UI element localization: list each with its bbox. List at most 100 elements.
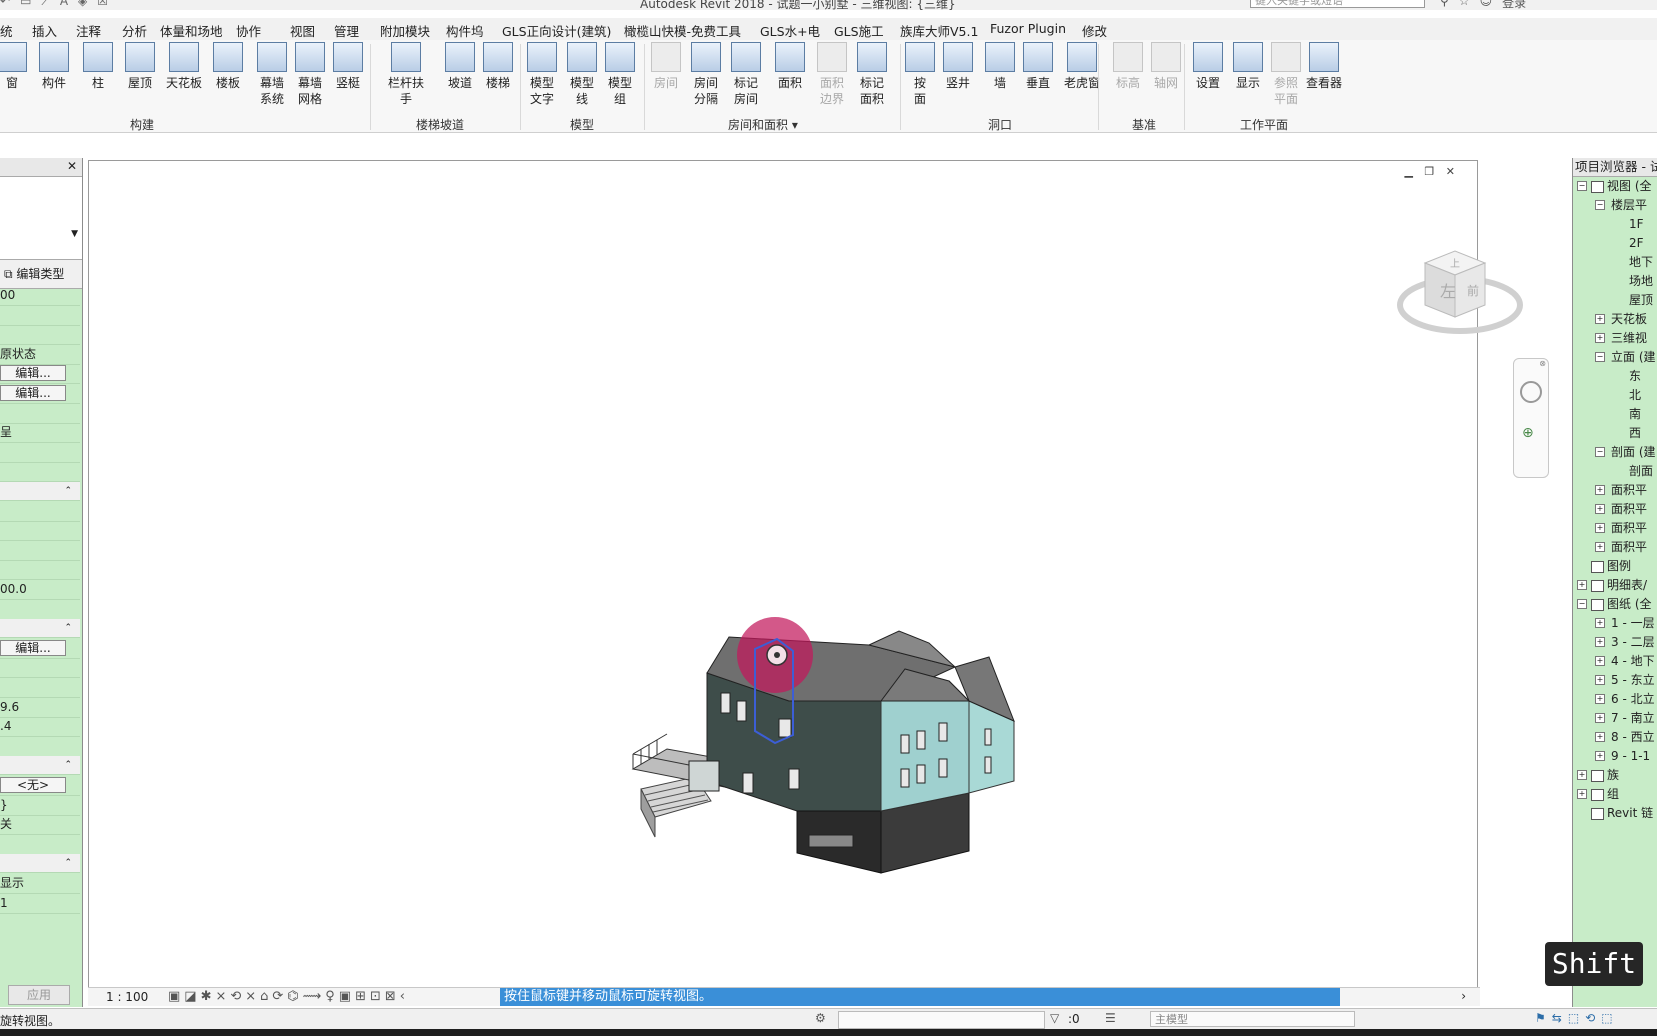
menu-tab-12[interactable]: GLS水+电 xyxy=(760,21,820,40)
viewcube-face-top[interactable]: 上 xyxy=(1450,258,1460,270)
browser-node[interactable]: 剖面 xyxy=(1629,464,1653,478)
ribbon-button-27[interactable]: 轴网 xyxy=(1144,42,1188,91)
browser-node[interactable]: 面积平 xyxy=(1611,502,1647,516)
menu-tab-5[interactable]: 协作 xyxy=(236,21,261,40)
ribbon-button-3[interactable]: 屋顶 xyxy=(118,42,162,91)
browser-node[interactable]: 西 xyxy=(1629,426,1641,440)
ribbon-button-8[interactable]: 竖梃 xyxy=(326,42,370,91)
menu-tab-8[interactable]: 附加模块 xyxy=(380,21,430,40)
browser-node[interactable]: Revit 链 xyxy=(1607,806,1653,820)
ribbon-panel-label-0[interactable]: 构建 xyxy=(130,116,154,133)
browser-node[interactable]: 屋顶 xyxy=(1629,293,1653,307)
menu-tab-0[interactable]: 统 xyxy=(0,21,13,40)
menu-tab-6[interactable]: 视图 xyxy=(290,21,315,40)
menu-tab-15[interactable]: Fuzor Plugin xyxy=(990,21,1066,36)
browser-node[interactable]: 1F xyxy=(1629,217,1644,231)
collapse-icon[interactable]: ⌃ xyxy=(64,623,72,633)
browser-node[interactable]: 面积平 xyxy=(1611,521,1647,535)
tree-toggle-icon[interactable]: + xyxy=(1595,618,1605,628)
browser-node[interactable]: 1 - 一层 xyxy=(1611,616,1655,630)
browser-node[interactable]: 3 - 二层 xyxy=(1611,635,1655,649)
ribbon-panel-label-6[interactable]: 工作平面 xyxy=(1240,116,1288,133)
ribbon-button-14[interactable]: 模型 组 xyxy=(598,42,642,107)
collapse-icon[interactable]: ⌃ xyxy=(64,760,72,770)
browser-node[interactable]: 族 xyxy=(1607,768,1619,782)
browser-node[interactable]: 地下 xyxy=(1629,255,1653,269)
browser-node[interactable]: 图例 xyxy=(1607,559,1631,573)
browser-node[interactable]: 立面 (建 xyxy=(1611,350,1656,364)
menu-tab-13[interactable]: GLS施工 xyxy=(834,21,884,40)
tree-toggle-icon[interactable]: + xyxy=(1595,713,1605,723)
worksets-icon[interactable]: ⚙ xyxy=(815,1011,826,1025)
search-input[interactable]: 键入关键字或短语 xyxy=(1250,0,1425,8)
ribbon-button-17[interactable]: 标记 房间 xyxy=(724,42,768,107)
browser-node[interactable]: 东 xyxy=(1629,369,1641,383)
property-group-header[interactable]: ⌃ xyxy=(0,482,80,501)
tree-toggle-icon[interactable]: + xyxy=(1595,675,1605,685)
user-icon[interactable]: ☺ xyxy=(1480,0,1493,10)
menu-tab-9[interactable]: 构件坞 xyxy=(446,21,484,40)
browser-node[interactable]: 8 - 西立 xyxy=(1611,730,1655,744)
status-right-icons[interactable]: ⚑⇆⬚⟲⬚ xyxy=(1535,1011,1619,1025)
menu-tab-11[interactable]: 橄榄山快模-免费工具 xyxy=(624,21,741,40)
ribbon-button-9[interactable]: 栏杆扶手 xyxy=(384,42,428,107)
browser-node[interactable]: 组 xyxy=(1607,787,1619,801)
menu-tab-16[interactable]: 修改 xyxy=(1082,21,1107,40)
tree-toggle-icon[interactable]: − xyxy=(1595,447,1605,457)
star-icon[interactable]: ☆ xyxy=(1459,0,1470,10)
close-icon[interactable]: ✕ xyxy=(67,159,77,173)
property-row[interactable]: 编辑... xyxy=(0,384,80,404)
ribbon-button-12[interactable]: 模型 文字 xyxy=(520,42,564,107)
tree-toggle-icon[interactable]: + xyxy=(1595,656,1605,666)
ribbon-button-28[interactable]: 设置 xyxy=(1186,42,1230,91)
view-control-icons[interactable]: ▣◪✱⨯⟲⨯⌂⟳⌬⟿♀▣⊞⊡⊠‹ xyxy=(168,989,409,1004)
browser-node[interactable]: 楼层平 xyxy=(1611,198,1647,212)
active-model-selector[interactable]: 主模型 xyxy=(1150,1011,1355,1027)
tree-toggle-icon[interactable]: + xyxy=(1595,504,1605,514)
ribbon-panel-label-1[interactable]: 楼梯坡道 xyxy=(416,116,464,133)
tree-toggle-icon[interactable]: + xyxy=(1577,789,1587,799)
navigation-bar[interactable]: ⊕ ⊗ xyxy=(1513,358,1549,478)
tree-toggle-icon[interactable]: − xyxy=(1595,200,1605,210)
ribbon-button-16[interactable]: 房间 分隔 xyxy=(684,42,728,107)
viewcube[interactable]: 左 前 上 xyxy=(1395,245,1525,355)
ribbon-button-0[interactable]: 窗 xyxy=(0,42,34,91)
ribbon-button-20[interactable]: 标记 面积 xyxy=(850,42,894,107)
ribbon-button-24[interactable]: 垂直 xyxy=(1016,42,1060,91)
browser-node[interactable]: 南 xyxy=(1629,407,1641,421)
tree-toggle-icon[interactable]: − xyxy=(1577,181,1587,191)
tree-toggle-icon[interactable]: + xyxy=(1595,542,1605,552)
ribbon-button-18[interactable]: 面积 xyxy=(768,42,812,91)
tree-toggle-icon[interactable]: + xyxy=(1595,637,1605,647)
browser-node[interactable]: 面积平 xyxy=(1611,483,1647,497)
property-group-header[interactable]: ⌃ xyxy=(0,756,80,776)
menu-tab-14[interactable]: 族库大师V5.1 xyxy=(900,21,978,40)
house-model-3d[interactable] xyxy=(89,161,1477,987)
collapse-icon[interactable]: ⌃ xyxy=(64,858,72,868)
filter-icon[interactable]: ▽ xyxy=(1050,1011,1059,1025)
view-scale[interactable]: 1 : 100 xyxy=(106,990,148,1004)
tree-toggle-icon[interactable]: + xyxy=(1577,580,1587,590)
ribbon-button-2[interactable]: 柱 xyxy=(76,42,120,91)
tree-toggle-icon[interactable]: + xyxy=(1595,751,1605,761)
browser-node[interactable]: 三维视 xyxy=(1611,331,1647,345)
close-hidden-icon[interactable]: ☒ xyxy=(97,0,108,9)
browser-node[interactable]: 4 - 地下 xyxy=(1611,654,1655,668)
browser-node[interactable]: 2F xyxy=(1629,236,1644,250)
ribbon-button-31[interactable]: 查看器 xyxy=(1302,42,1346,91)
menu-tab-2[interactable]: 注释 xyxy=(76,21,101,40)
scroll-right-icon[interactable]: › xyxy=(1461,989,1466,1003)
property-edit-button[interactable]: 编辑... xyxy=(0,365,66,382)
text-icon[interactable]: A xyxy=(60,0,68,9)
tree-toggle-icon[interactable]: + xyxy=(1595,485,1605,495)
property-group-header[interactable]: ⌃ xyxy=(0,619,80,639)
browser-node[interactable]: 北 xyxy=(1629,388,1641,402)
chevron-down-icon[interactable]: ▼ xyxy=(71,229,78,239)
ribbon-panel-label-5[interactable]: 基准 xyxy=(1132,116,1156,133)
browser-node[interactable]: 7 - 南立 xyxy=(1611,711,1655,725)
browser-node[interactable]: 明细表/ xyxy=(1607,578,1647,592)
tree-toggle-icon[interactable]: + xyxy=(1595,333,1605,343)
design-options-icon[interactable]: ☰ xyxy=(1105,1011,1116,1025)
tree-toggle-icon[interactable]: + xyxy=(1595,694,1605,704)
property-edit-button[interactable]: 编辑... xyxy=(0,385,66,401)
